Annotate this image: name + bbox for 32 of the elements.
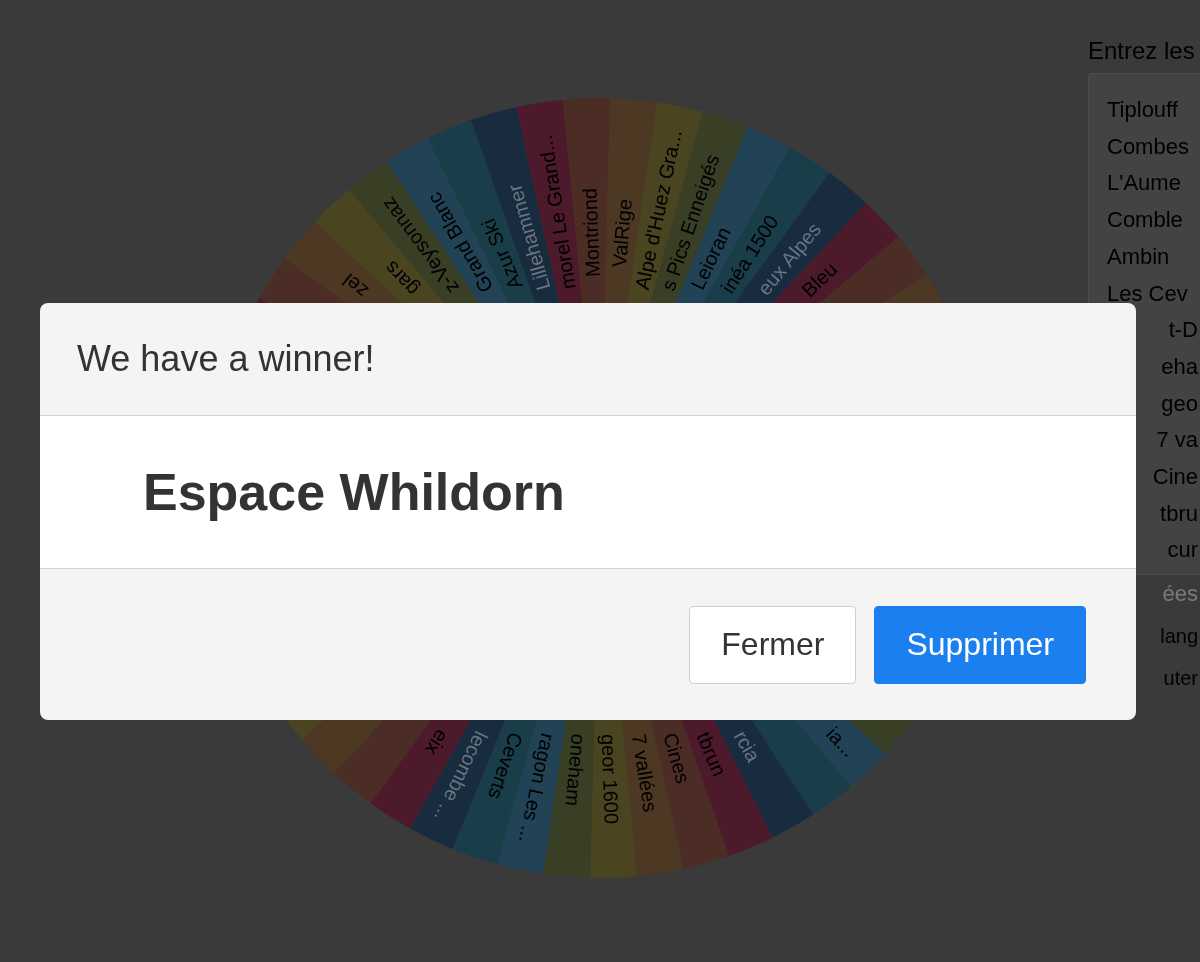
entry-text: cur [1167,536,1198,565]
wheel-label: 7 vallées [627,732,662,814]
winner-name: Espace Whildorn [143,462,565,522]
wheel-label: Cines [659,730,695,786]
wheel-label: Montriond [578,187,604,278]
wheel-label: oneham [561,733,590,807]
wheel-label: ia... [822,722,861,762]
entry-text: Ambin [1107,242,1170,271]
wheel-label: zel [338,269,373,303]
option-text: uter [1163,666,1199,691]
entry-text: 7 va [1156,426,1198,455]
wheel-label: geor 1600 [597,733,623,825]
entry-text: Combes [1107,132,1189,161]
entry-text: t-D [1168,316,1198,345]
wheel-label: eix [420,725,454,760]
close-button[interactable]: Fermer [689,605,857,684]
entry-text: L'Aume [1107,169,1181,198]
option-text: lang [1160,624,1199,649]
field-label: Entrez les [1088,36,1195,66]
entry-text: Les Cev [1107,279,1188,308]
entry-text: eha [1161,352,1198,381]
delete-button[interactable]: Supprimer [874,605,1086,684]
wheel-label: tbrun [692,728,731,780]
wheel-label: ValRige [608,197,636,269]
entry-text: geo [1161,389,1198,418]
dialog-title: We have a winner! [77,338,375,380]
entry-text: Tiplouff [1107,96,1178,124]
entry-text: tbru [1160,499,1198,528]
hint-text: ées [1162,581,1199,607]
wheel-label: rcia [729,726,765,766]
entry-text: Comble [1107,206,1183,235]
entry-text: Cine [1152,463,1198,492]
